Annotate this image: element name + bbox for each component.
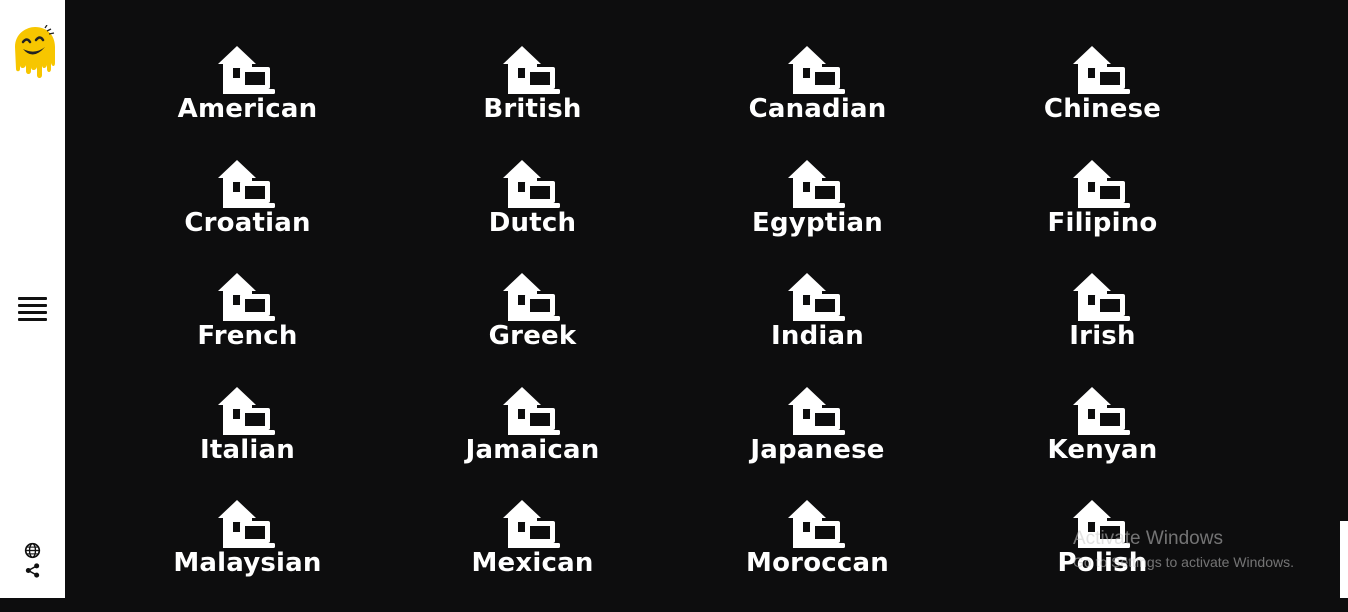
share-icon[interactable] (24, 563, 41, 578)
cuisine-tile-mexican[interactable]: Mexican (390, 498, 675, 612)
home-laptop-icon (787, 159, 845, 208)
cuisine-label: Canadian (748, 94, 887, 124)
home-laptop-icon (1072, 159, 1130, 208)
cuisine-tile-italian[interactable]: Italian (105, 385, 390, 499)
cuisine-label: Egyptian (752, 207, 883, 238)
cuisine-label: Dutch (488, 207, 577, 238)
home-laptop-icon (1072, 273, 1130, 321)
cuisine-grid: American British Canadian Chinese Croati… (105, 44, 1245, 612)
home-laptop-icon (217, 159, 275, 208)
cuisine-tile-british[interactable]: British (390, 44, 675, 158)
home-laptop-icon (217, 273, 275, 321)
cuisine-tile-irish[interactable]: Irish (960, 271, 1245, 385)
home-laptop-icon (217, 500, 275, 548)
cuisine-tile-croatian[interactable]: Croatian (105, 158, 390, 272)
cuisine-tile-greek[interactable]: Greek (390, 271, 675, 385)
logo[interactable] (9, 25, 57, 81)
cuisine-label: French (197, 321, 298, 351)
home-laptop-icon (787, 273, 845, 321)
home-laptop-icon (502, 273, 560, 321)
cuisine-label: Filipino (1047, 207, 1158, 238)
cuisine-label: Malaysian (173, 548, 322, 578)
cuisine-label: Italian (200, 434, 295, 465)
cuisine-label: Indian (771, 321, 864, 351)
home-laptop-icon (502, 159, 560, 208)
home-laptop-icon (502, 386, 560, 435)
main-content: American British Canadian Chinese Croati… (65, 0, 1348, 598)
cuisine-label: Mexican (471, 548, 594, 578)
home-laptop-icon (217, 386, 275, 435)
home-laptop-icon (217, 46, 275, 94)
home-laptop-icon (502, 46, 560, 94)
cuisine-tile-american[interactable]: American (105, 44, 390, 158)
cuisine-tile-dutch[interactable]: Dutch (390, 158, 675, 272)
cuisine-label: American (177, 94, 318, 124)
cuisine-tile-french[interactable]: French (105, 271, 390, 385)
cuisine-tile-chinese[interactable]: Chinese (960, 44, 1245, 158)
home-laptop-icon (1072, 46, 1130, 94)
cuisine-label: Japanese (750, 434, 885, 465)
cuisine-tile-kenyan[interactable]: Kenyan (960, 385, 1245, 499)
edge-strip (1340, 521, 1348, 598)
cuisine-tile-indian[interactable]: Indian (675, 271, 960, 385)
globe-icon[interactable] (24, 542, 41, 559)
cuisine-label: Irish (1069, 321, 1136, 351)
hamburger-menu-icon[interactable] (18, 297, 47, 325)
home-laptop-icon (787, 46, 845, 94)
cuisine-tile-egyptian[interactable]: Egyptian (675, 158, 960, 272)
windows-activation-watermark: Activate Windows Go to Settings to activ… (1073, 528, 1294, 570)
cuisine-tile-canadian[interactable]: Canadian (675, 44, 960, 158)
home-laptop-icon (787, 386, 845, 435)
cuisine-label: Greek (488, 321, 577, 351)
cuisine-tile-japanese[interactable]: Japanese (675, 385, 960, 499)
cuisine-label: Croatian (184, 207, 311, 238)
watermark-title: Activate Windows (1073, 528, 1223, 549)
cuisine-label: Chinese (1043, 94, 1162, 124)
cuisine-label: Moroccan (746, 548, 889, 578)
cuisine-tile-filipino[interactable]: Filipino (960, 158, 1245, 272)
sidebar (0, 0, 65, 598)
home-laptop-icon (787, 500, 845, 548)
home-laptop-icon (502, 500, 560, 548)
cuisine-tile-malaysian[interactable]: Malaysian (105, 498, 390, 612)
cuisine-label: Kenyan (1047, 434, 1158, 465)
cuisine-label: Jamaican (465, 434, 600, 465)
home-laptop-icon (1072, 386, 1130, 435)
watermark-subtitle: Go to Settings to activate Windows. (1073, 554, 1294, 570)
cuisine-tile-jamaican[interactable]: Jamaican (390, 385, 675, 499)
cuisine-tile-moroccan[interactable]: Moroccan (675, 498, 960, 612)
cuisine-label: British (483, 94, 582, 124)
